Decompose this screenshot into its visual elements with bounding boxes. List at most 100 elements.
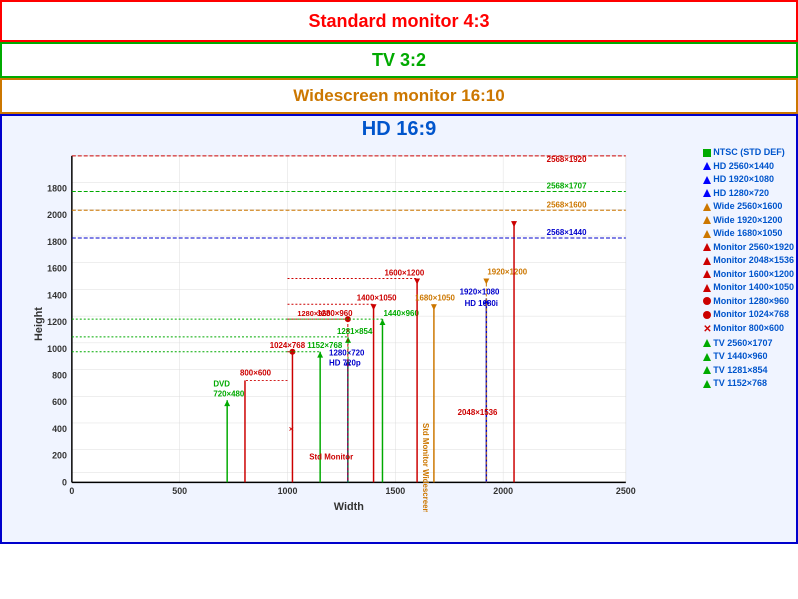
legend-label-ntsc: NTSC (STD DEF) xyxy=(713,146,785,160)
svg-text:1000: 1000 xyxy=(278,486,298,496)
legend-tv-1440: TV 1440×960 xyxy=(703,350,794,364)
svg-text:HD 720p: HD 720p xyxy=(329,359,361,368)
svg-text:0: 0 xyxy=(69,486,74,496)
legend-label-mon1280: Monitor 1280×960 xyxy=(713,295,789,309)
svg-text:Std Monitor: Std Monitor xyxy=(309,453,353,462)
svg-text:200: 200 xyxy=(52,451,67,461)
svg-text:2568×1600: 2568×1600 xyxy=(547,200,587,209)
banner-tv-text: TV 3:2 xyxy=(372,50,426,71)
banner-standard: Standard monitor 4:3 xyxy=(0,0,798,42)
svg-text:1920×1080: 1920×1080 xyxy=(460,287,500,296)
legend-mon-800: ✕ Monitor 800×600 xyxy=(703,322,794,337)
legend-hd-1920: HD 1920×1080 xyxy=(703,173,794,187)
chart-legend: NTSC (STD DEF) HD 2560×1440 HD 1920×1080… xyxy=(703,146,794,391)
svg-text:1920×1200: 1920×1200 xyxy=(487,268,527,277)
svg-text:1281×854: 1281×854 xyxy=(337,327,373,336)
svg-text:1800: 1800 xyxy=(47,237,67,247)
legend-mon-2560: Monitor 2560×1920 xyxy=(703,241,794,255)
svg-text:1600×1200: 1600×1200 xyxy=(384,269,424,278)
svg-text:HD 1080i: HD 1080i xyxy=(465,299,498,308)
legend-hd-1280: HD 1280×720 xyxy=(703,187,794,201)
legend-tv-1281: TV 1281×854 xyxy=(703,364,794,378)
svg-text:500: 500 xyxy=(172,486,187,496)
svg-text:2568×1707: 2568×1707 xyxy=(547,182,587,191)
svg-text:2000: 2000 xyxy=(493,486,513,496)
legend-label-mon1024: Monitor 1024×768 xyxy=(713,308,789,322)
legend-dot-mon1024 xyxy=(703,311,711,319)
legend-x-mon800: ✕ xyxy=(703,322,711,337)
legend-triangle-hd1920 xyxy=(703,176,711,184)
svg-text:800: 800 xyxy=(52,370,67,380)
legend-mon-1024: Monitor 1024×768 xyxy=(703,308,794,322)
svg-text:400: 400 xyxy=(52,424,67,434)
svg-text:Std Monitor Widescreen: Std Monitor Widescreen xyxy=(421,423,430,512)
banner-hd: HD 16:9 xyxy=(0,114,798,544)
svg-text:2500: 2500 xyxy=(616,486,636,496)
legend-triangle-mon2048 xyxy=(703,257,711,265)
svg-text:Width: Width xyxy=(334,501,364,512)
legend-mon-1280: Monitor 1280×960 xyxy=(703,295,794,309)
legend-label-tv1440: TV 1440×960 xyxy=(713,350,767,364)
svg-text:1000: 1000 xyxy=(47,344,67,354)
legend-label-tv1281: TV 1281×854 xyxy=(713,364,767,378)
legend-triangle-tv2560 xyxy=(703,339,711,347)
legend-label-mon1400: Monitor 1400×1050 xyxy=(713,281,794,295)
legend-triangle-tv1440 xyxy=(703,353,711,361)
svg-text:720×480: 720×480 xyxy=(213,389,245,398)
legend-label-mon2048: Monitor 2048×1536 xyxy=(713,254,794,268)
legend-triangle-wide1920 xyxy=(703,216,711,224)
legend-label-wide1920: Wide 1920×1200 xyxy=(713,214,782,228)
svg-text:2000: 2000 xyxy=(47,210,67,220)
legend-triangle-hd2560 xyxy=(703,162,711,170)
svg-text:1600: 1600 xyxy=(47,264,67,274)
legend-triangle-hd1280 xyxy=(703,189,711,197)
legend-mon-1400: Monitor 1400×1050 xyxy=(703,281,794,295)
banner-hd-text: HD 16:9 xyxy=(362,118,436,141)
svg-text:1400×1050: 1400×1050 xyxy=(357,293,397,302)
legend-triangle-mon2560 xyxy=(703,243,711,251)
legend-triangle-mon1600 xyxy=(703,270,711,278)
svg-text:2568×1440: 2568×1440 xyxy=(547,228,587,237)
legend-triangle-tv1152 xyxy=(703,380,711,388)
legend-label-wide2560: Wide 2560×1600 xyxy=(713,200,782,214)
svg-text:×: × xyxy=(286,424,295,433)
legend-ntsc: NTSC (STD DEF) xyxy=(703,146,794,160)
svg-text:2568×1920: 2568×1920 xyxy=(547,155,587,164)
svg-text:800×600: 800×600 xyxy=(240,368,272,377)
svg-text:1024×768: 1024×768 xyxy=(270,341,306,350)
banner-wide: Widescreen monitor 16:10 xyxy=(0,78,798,114)
legend-label-tv2560: TV 2560×1707 xyxy=(713,337,772,351)
legend-hd-2560: HD 2560×1440 xyxy=(703,160,794,174)
banner-wide-text: Widescreen monitor 16:10 xyxy=(293,86,504,106)
legend-label-hd1920: HD 1920×1080 xyxy=(713,173,774,187)
banner-tv: TV 3:2 xyxy=(0,42,798,78)
legend-label-hd2560: HD 2560×1440 xyxy=(713,160,774,174)
legend-label-tv1152: TV 1152×768 xyxy=(713,377,767,391)
svg-text:1280×720: 1280×720 xyxy=(329,349,365,358)
legend-triangle-wide2560 xyxy=(703,203,711,211)
svg-text:0: 0 xyxy=(62,477,67,487)
legend-mon-1600: Monitor 1600×1200 xyxy=(703,268,794,282)
legend-label-hd1280: HD 1280×720 xyxy=(713,187,769,201)
svg-text:1400: 1400 xyxy=(47,290,67,300)
svg-text:2048×1536: 2048×1536 xyxy=(458,408,498,417)
svg-text:DVD: DVD xyxy=(213,379,230,388)
legend-dot-ntsc xyxy=(703,149,711,157)
legend-wide-1680: Wide 1680×1050 xyxy=(703,227,794,241)
svg-text:1680×1050: 1680×1050 xyxy=(415,293,455,302)
svg-text:1800: 1800 xyxy=(47,184,67,194)
banner-standard-text: Standard monitor 4:3 xyxy=(308,11,489,32)
svg-text:600: 600 xyxy=(52,397,67,407)
svg-text:1200: 1200 xyxy=(47,317,67,327)
chart-area: 0 200 400 600 800 1000 1200 1400 1600 18… xyxy=(12,146,656,512)
legend-label-mon2560: Monitor 2560×1920 xyxy=(713,241,794,255)
legend-tv-1152: TV 1152×768 xyxy=(703,377,794,391)
svg-text:1280×960: 1280×960 xyxy=(297,309,330,318)
legend-dot-mon1280 xyxy=(703,297,711,305)
legend-tv-2560: TV 2560×1707 xyxy=(703,337,794,351)
legend-label-mon800: Monitor 800×600 xyxy=(713,322,784,336)
legend-triangle-wide1680 xyxy=(703,230,711,238)
svg-text:Height: Height xyxy=(33,307,45,341)
chart-svg: 0 200 400 600 800 1000 1200 1400 1600 18… xyxy=(12,146,656,512)
svg-text:1500: 1500 xyxy=(385,486,405,496)
